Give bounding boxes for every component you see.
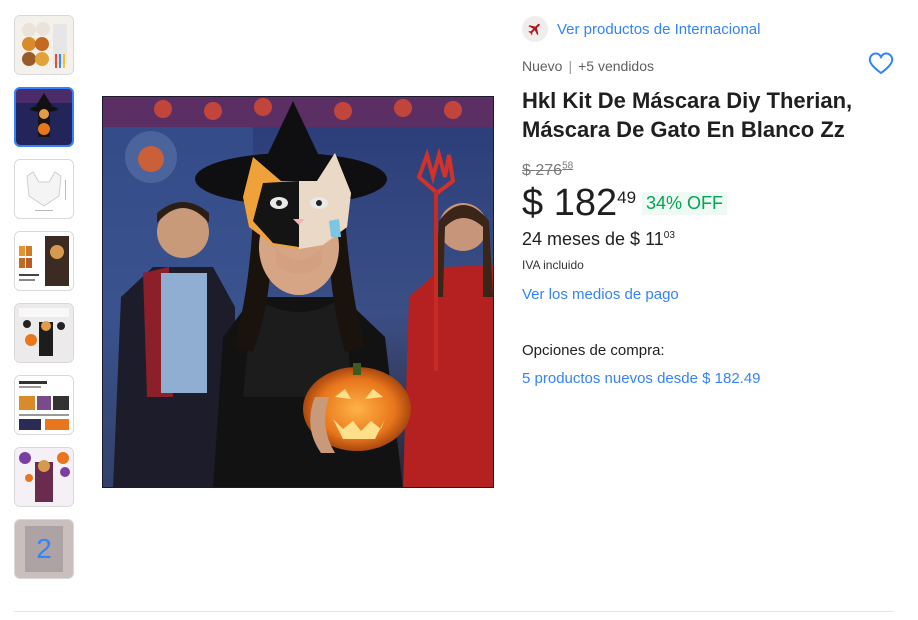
- old-price-integer: 276: [535, 162, 563, 180]
- installments-cents: 03: [663, 230, 675, 241]
- purchase-options-label: Opciones de compra:: [522, 342, 665, 359]
- main-product-image[interactable]: [102, 96, 494, 488]
- tax-note: IVA incluido: [522, 258, 584, 272]
- product-title: Hkl Kit De Máscara Diy Therian, Máscara …: [522, 88, 853, 142]
- condition-status: Nuevo: [522, 58, 563, 74]
- installments-text: 24 meses de $ 11: [522, 229, 664, 249]
- thumbnail-image: [15, 232, 73, 290]
- price-integer: 182: [553, 182, 618, 224]
- section-divider: [14, 611, 894, 612]
- original-price: $ 27658: [522, 161, 573, 180]
- product-photo: [103, 97, 493, 487]
- old-price-currency: $: [522, 162, 531, 180]
- discount-badge: 34% OFF: [642, 192, 728, 215]
- thumbnail-image: [15, 16, 73, 74]
- payment-methods-link[interactable]: Ver los medios de pago: [522, 286, 679, 303]
- thumbnail-image: [15, 160, 73, 218]
- old-price-cents: 58: [562, 161, 574, 172]
- more-images-count: 2: [15, 520, 73, 578]
- installments: 24 meses de $ 1103: [522, 229, 675, 250]
- current-price: $ 18249: [522, 182, 636, 225]
- price-cents: 49: [617, 188, 637, 207]
- thumbnail-2[interactable]: [14, 87, 74, 147]
- thumbnail-5[interactable]: [14, 303, 74, 363]
- thumbnail-image: [15, 448, 73, 506]
- thumbnail-image: [15, 376, 73, 434]
- thumbnail-7[interactable]: [14, 447, 74, 507]
- thumbnail-more[interactable]: 2: [14, 519, 74, 579]
- thumbnail-3[interactable]: [14, 159, 74, 219]
- thumbnail-1[interactable]: [14, 15, 74, 75]
- thumbnail-6[interactable]: [14, 375, 74, 435]
- product-condition: Nuevo | +5 vendidos: [522, 58, 654, 74]
- thumbnail-image: [15, 304, 73, 362]
- thumbnail-gallery: 2: [14, 15, 76, 591]
- condition-separator: |: [568, 58, 573, 74]
- international-store[interactable]: Ver productos de Internacional: [522, 16, 760, 42]
- international-link[interactable]: Ver productos de Internacional: [557, 21, 760, 38]
- price-currency: $: [522, 182, 544, 224]
- thumbnail-image: [16, 89, 72, 145]
- thumbnail-4[interactable]: [14, 231, 74, 291]
- purchase-options-link[interactable]: 5 productos nuevos desde $ 182.49: [522, 370, 761, 387]
- sold-count: +5 vendidos: [578, 58, 655, 74]
- heart-outline-icon[interactable]: [868, 51, 894, 80]
- airplane-icon: [522, 16, 548, 42]
